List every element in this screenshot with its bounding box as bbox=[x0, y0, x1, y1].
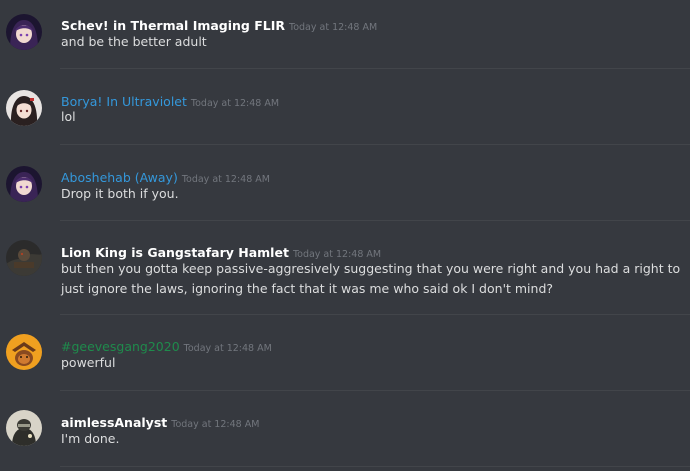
message-text: but then you gotta keep passive-aggresiv… bbox=[61, 261, 681, 296]
message-divider bbox=[60, 220, 690, 221]
username[interactable]: Lion King is Gangstafary Hamlet bbox=[61, 245, 289, 260]
purple-anime-girl-avatar[interactable] bbox=[6, 14, 42, 50]
message-divider bbox=[60, 466, 690, 467]
username[interactable]: Aboshehab (Away) bbox=[61, 170, 178, 185]
message-divider bbox=[60, 390, 690, 391]
username[interactable]: Schev! in Thermal Imaging FLIR bbox=[61, 18, 285, 33]
username[interactable]: #geevesgang2020 bbox=[61, 339, 180, 354]
message-divider bbox=[60, 314, 690, 315]
chat-message-list: Schev! in Thermal Imaging FLIR Today at 1… bbox=[0, 0, 690, 471]
orange-hat-avatar[interactable] bbox=[6, 334, 42, 370]
message-text: Drop it both if you. bbox=[61, 186, 179, 201]
dark-hair-anime-girl-avatar[interactable] bbox=[6, 90, 42, 126]
message-divider bbox=[60, 144, 690, 145]
message-text: lol bbox=[61, 109, 76, 124]
purple-anime-girl-avatar[interactable] bbox=[6, 166, 42, 202]
message-divider bbox=[60, 68, 690, 69]
message-text: and be the better adult bbox=[61, 34, 207, 49]
username[interactable]: aimlessAnalyst bbox=[61, 415, 167, 430]
dark-scene-avatar[interactable] bbox=[6, 240, 42, 276]
message-text: powerful bbox=[61, 355, 116, 370]
message-text: I'm done. bbox=[61, 431, 120, 446]
soldier-avatar[interactable] bbox=[6, 410, 42, 446]
